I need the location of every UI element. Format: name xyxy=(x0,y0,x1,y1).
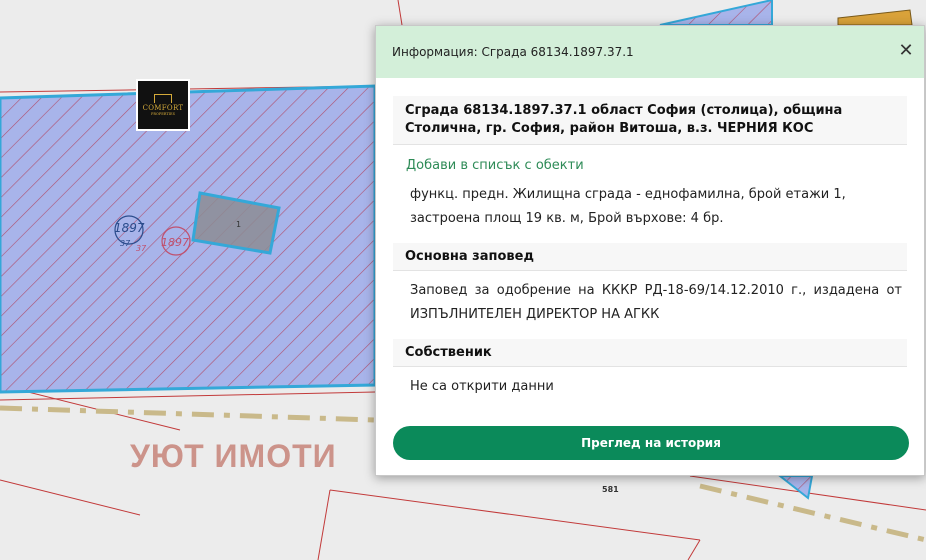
agency-logo: COMFORT PROPERTIES xyxy=(136,79,190,131)
parcel-number-2: 1897 xyxy=(161,236,189,249)
order-heading: Основна заповед xyxy=(393,243,907,271)
logo-sub: PROPERTIES xyxy=(150,111,175,116)
watermark: УЮТ ИМОТИ xyxy=(130,438,337,474)
owner-text: Не са открити данни xyxy=(410,379,554,394)
building-description: функц. предн. Жилищна сграда - еднофамил… xyxy=(410,187,846,226)
parcel-sub-number-2: 37 xyxy=(136,244,147,253)
parcel-number: 1897 xyxy=(114,221,145,235)
house-icon xyxy=(154,93,172,103)
history-button[interactable]: Преглед на история xyxy=(393,426,909,460)
popup-title: Информация: Сграда 68134.1897.37.1 xyxy=(392,45,634,59)
road-number: 581 xyxy=(602,485,619,494)
add-to-list-link[interactable]: Добави в списък с обекти xyxy=(406,158,924,173)
popup-header: Информация: Сграда 68134.1897.37.1 ✕ xyxy=(376,26,924,78)
parcel-sub-number: 37 xyxy=(120,239,131,248)
order-text: Заповед за одобрение на КККР РД-18-69/14… xyxy=(410,283,902,322)
info-popup: Информация: Сграда 68134.1897.37.1 ✕ Сгр… xyxy=(375,25,925,476)
close-icon[interactable]: ✕ xyxy=(896,40,916,62)
logo-brand: COMFORT xyxy=(142,103,184,112)
building-number: 1 xyxy=(236,220,241,229)
owner-heading: Собственик xyxy=(393,339,907,367)
building-heading: Сграда 68134.1897.37.1 област София (сто… xyxy=(393,96,907,145)
